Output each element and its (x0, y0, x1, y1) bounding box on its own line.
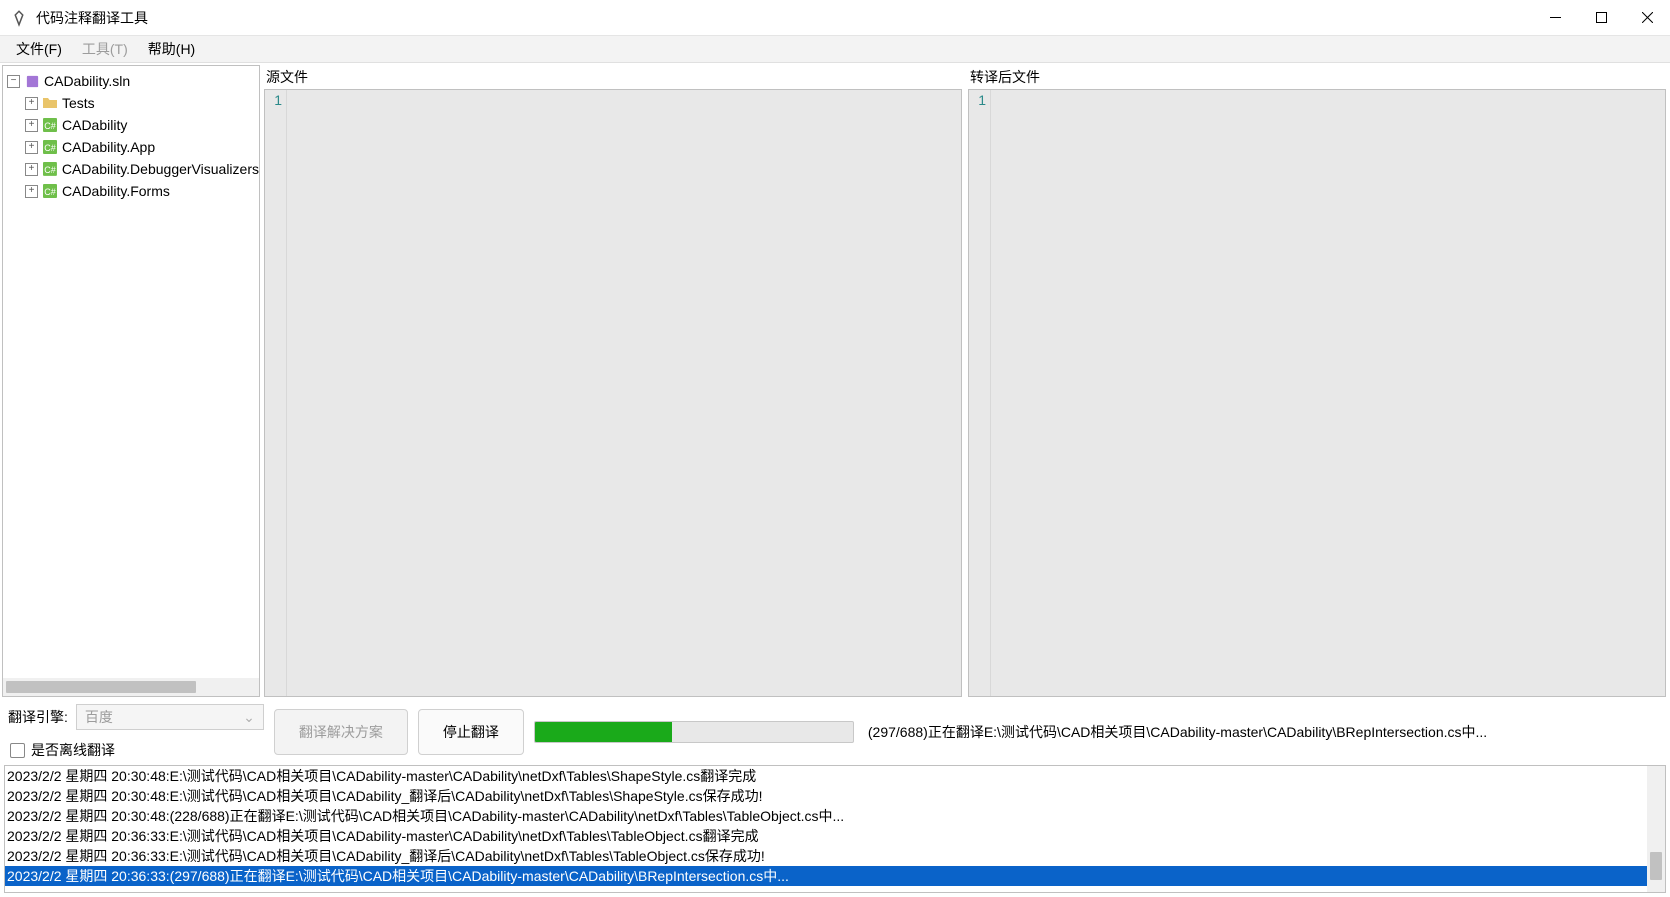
tree-item[interactable]: + Tests (7, 92, 259, 114)
tree-item-label: CADability.App (62, 139, 155, 155)
source-editor[interactable]: 1 (264, 89, 962, 697)
tree-horizontal-scrollbar[interactable] (3, 678, 259, 696)
engine-label: 翻译引擎: (8, 707, 68, 727)
offline-checkbox[interactable] (10, 743, 25, 758)
csharp-project-icon: C# (42, 117, 58, 133)
tree-root-label: CADability.sln (44, 73, 130, 89)
expand-icon[interactable]: + (25, 119, 38, 132)
svg-text:C#: C# (44, 187, 56, 197)
expand-icon[interactable]: + (25, 185, 38, 198)
tree-item-label: Tests (62, 95, 95, 111)
source-editor-body[interactable] (287, 90, 961, 696)
window-title: 代码注释翻译工具 (36, 8, 148, 28)
log-line[interactable]: 2023/2/2 星期四 20:36:33:E:\测试代码\CAD相关项目\CA… (5, 826, 1647, 846)
tree-item-label: CADability (62, 117, 127, 133)
title-bar: 代码注释翻译工具 (0, 0, 1670, 36)
target-editor-label: 转译后文件 (968, 65, 1666, 89)
menu-bar: 文件(F) 工具(T) 帮助(H) (0, 36, 1670, 63)
expand-icon[interactable]: + (25, 163, 38, 176)
log-line[interactable]: 2023/2/2 星期四 20:30:48:(228/688)正在翻译E:\测试… (5, 806, 1647, 826)
stop-translate-button[interactable]: 停止翻译 (418, 709, 524, 755)
menu-help[interactable]: 帮助(H) (138, 36, 205, 62)
csharp-project-icon: C# (42, 183, 58, 199)
minimize-button[interactable] (1532, 0, 1578, 36)
close-button[interactable] (1624, 0, 1670, 36)
source-gutter: 1 (265, 90, 287, 696)
solution-tree[interactable]: − CADability.sln + Tests + C# CADability + C# C… (3, 66, 259, 678)
target-editor[interactable]: 1 (968, 89, 1666, 697)
chevron-down-icon: ⌄ (243, 709, 255, 726)
log-panel: 2023/2/2 星期四 20:30:48:E:\测试代码\CAD相关项目\CA… (4, 765, 1666, 893)
main-area: − CADability.sln + Tests + C# CADability + C# C… (0, 63, 1670, 699)
tree-item[interactable]: + C# CADability.App (7, 136, 259, 158)
progress-bar (534, 721, 854, 743)
tree-item-label: CADability.Forms (62, 183, 170, 199)
source-editor-panel: 源文件 1 (264, 65, 962, 697)
log-line[interactable]: 2023/2/2 星期四 20:30:48:E:\测试代码\CAD相关项目\CA… (5, 766, 1647, 786)
status-text: (297/688)正在翻译E:\测试代码\CAD相关项目\CADability-… (868, 722, 1662, 742)
translate-solution-button: 翻译解决方案 (274, 709, 408, 755)
control-bar: 翻译引擎: 百度 ⌄ 是否离线翻译 翻译解决方案 停止翻译 (297/688)正… (0, 699, 1670, 765)
scrollbar-thumb[interactable] (6, 681, 196, 693)
log-line[interactable]: 2023/2/2 星期四 20:36:33:E:\测试代码\CAD相关项目\CA… (5, 846, 1647, 866)
log-list[interactable]: 2023/2/2 星期四 20:30:48:E:\测试代码\CAD相关项目\CA… (5, 766, 1647, 892)
tree-root[interactable]: − CADability.sln (7, 70, 259, 92)
menu-tools[interactable]: 工具(T) (72, 36, 138, 62)
target-editor-body[interactable] (991, 90, 1665, 696)
scrollbar-thumb[interactable] (1650, 852, 1662, 880)
svg-text:C#: C# (44, 165, 55, 175)
tree-item[interactable]: + C# CADability (7, 114, 259, 136)
engine-combobox[interactable]: 百度 ⌄ (76, 704, 264, 730)
log-line[interactable]: 2023/2/2 星期四 20:36:33:(297/688)正在翻译E:\测试… (5, 866, 1647, 886)
progress-fill (535, 722, 672, 742)
csharp-project-icon: C# (42, 139, 58, 155)
solution-tree-panel: − CADability.sln + Tests + C# CADability + C# C… (2, 65, 260, 697)
tree-item[interactable]: + C# CADability.Forms (7, 180, 259, 202)
tree-item[interactable]: + C# CADability.DebuggerVisualizers (7, 158, 259, 180)
source-editor-label: 源文件 (264, 65, 962, 89)
engine-value: 百度 (85, 707, 113, 727)
svg-text:C#: C# (44, 143, 56, 153)
collapse-icon[interactable]: − (7, 75, 20, 88)
folder-icon (42, 95, 58, 111)
tree-item-label: CADability.DebuggerVisualizers (62, 161, 259, 177)
expand-icon[interactable]: + (25, 97, 38, 110)
menu-file[interactable]: 文件(F) (6, 36, 72, 62)
target-editor-panel: 转译后文件 1 (968, 65, 1666, 697)
target-gutter: 1 (969, 90, 991, 696)
log-line[interactable]: 2023/2/2 星期四 20:30:48:E:\测试代码\CAD相关项目\CA… (5, 786, 1647, 806)
app-icon (10, 9, 28, 27)
svg-text:C#: C# (44, 121, 56, 131)
csharp-project-icon: C# (42, 161, 58, 177)
solution-icon (24, 73, 40, 89)
log-scrollbar[interactable] (1647, 766, 1665, 892)
maximize-button[interactable] (1578, 0, 1624, 36)
offline-label: 是否离线翻译 (31, 740, 115, 760)
expand-icon[interactable]: + (25, 141, 38, 154)
editors-area: 源文件 1 转译后文件 1 (262, 63, 1670, 699)
